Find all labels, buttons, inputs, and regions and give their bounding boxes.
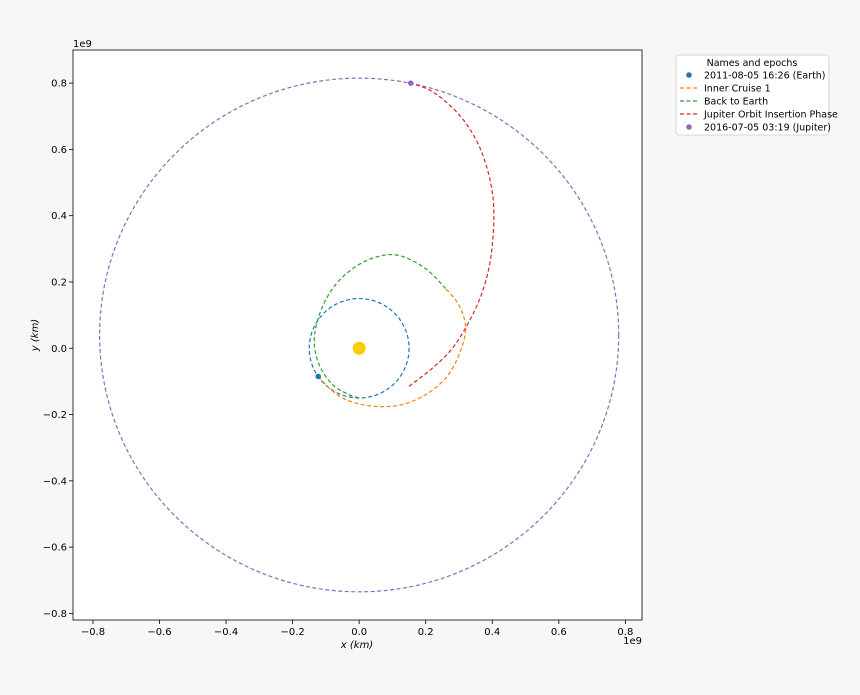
y-tick-label: 0.0	[51, 344, 67, 355]
legend-label: Inner Cruise 1	[704, 84, 771, 95]
legend-label: Jupiter Orbit Insertion Phase	[703, 110, 838, 121]
y-tick-label: 0.2	[51, 277, 67, 288]
y-exponent-label: 1e9	[73, 39, 92, 50]
x-tick-label: 0.0	[351, 627, 367, 638]
x-tick-label: −0.8	[81, 627, 105, 638]
legend-label: 2016-07-05 03:19 (Jupiter)	[704, 123, 831, 134]
legend-marker-dot	[686, 124, 692, 130]
x-tick-label: −0.4	[214, 627, 238, 638]
legend-label: Back to Earth	[704, 97, 768, 108]
y-tick-label: −0.2	[43, 410, 67, 421]
plot-background	[73, 50, 642, 620]
y-tick-label: −0.6	[43, 543, 67, 554]
x-tick-label: −0.6	[147, 627, 171, 638]
y-tick-label: 0.4	[51, 211, 67, 222]
legend: Names and epochs 2011-08-05 16:26 (Earth…	[675, 54, 838, 136]
legend-marker-dot	[686, 72, 692, 78]
y-tick-label: 0.6	[51, 145, 67, 156]
x-axis-label: x (km)	[340, 640, 373, 651]
chart-figure: −0.8 −0.6 −0.4 −0.2 0.0 0.2 0.4 0.6 0.8 −0.8 −0.6…	[0, 0, 860, 695]
epoch-marker-1	[407, 80, 414, 86]
sun-marker	[352, 341, 366, 355]
y-axis-label: y (km)	[30, 319, 41, 352]
x-tick-label: 0.6	[551, 627, 567, 638]
x-exponent-label: 1e9	[623, 636, 642, 647]
y-tick-label: −0.4	[43, 476, 67, 487]
epoch-marker-0	[315, 373, 322, 380]
x-tick-label: 0.4	[484, 627, 500, 638]
y-tick-label: −0.8	[43, 609, 67, 620]
legend-label: 2011-08-05 16:26 (Earth)	[704, 71, 826, 82]
y-tick-label: 0.8	[51, 79, 67, 90]
legend-title: Names and epochs	[707, 58, 798, 69]
x-tick-label: −0.2	[280, 627, 304, 638]
x-tick-label: 0.2	[418, 627, 434, 638]
